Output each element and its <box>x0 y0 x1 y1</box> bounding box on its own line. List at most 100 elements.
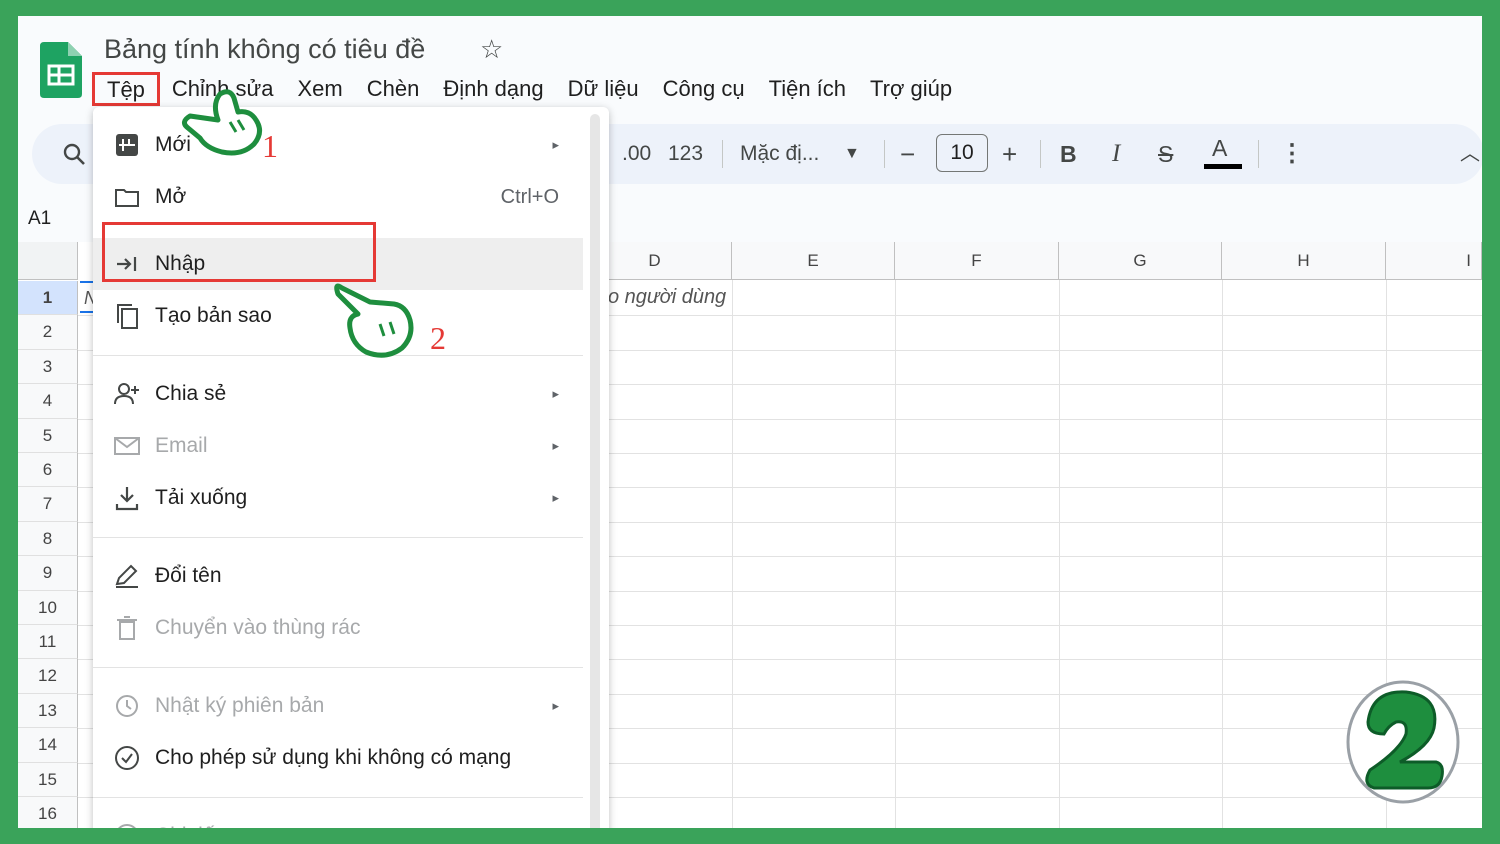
menu-item-rename[interactable]: Đổi tên <box>93 550 583 602</box>
decimal-format-button[interactable]: .00 <box>622 124 651 184</box>
number-format-button[interactable]: 123 <box>668 124 703 184</box>
row-header[interactable]: 15 <box>18 762 78 797</box>
menu-item-new[interactable]: Mới ▸ <box>93 119 583 171</box>
font-family-select[interactable]: Mặc đị... <box>740 124 819 184</box>
file-menu: Mới ▸ Mở Ctrl+O Nhập Tạo bản sao Chia sẻ… <box>93 107 609 828</box>
new-sheet-icon <box>116 134 138 156</box>
row-header[interactable]: 16 <box>18 797 78 828</box>
menu-divider <box>93 667 583 668</box>
menu-item-email[interactable]: Email ▸ <box>93 420 583 472</box>
menu-extensions[interactable]: Tiện ích <box>757 72 858 106</box>
column-header[interactable]: E <box>732 242 895 280</box>
menu-item-label: Chia sẻ <box>155 382 227 405</box>
submenu-arrow-icon: ▸ <box>552 137 559 152</box>
decrease-font-size-button[interactable]: − <box>900 124 915 184</box>
info-icon <box>118 824 136 828</box>
strikethrough-icon[interactable]: S <box>1158 124 1173 184</box>
menu-scrollbar[interactable] <box>590 114 600 828</box>
history-icon <box>116 695 138 717</box>
sheets-logo-icon[interactable] <box>40 42 82 98</box>
text-color-swatch <box>1204 164 1242 169</box>
menu-item-version-history[interactable]: Nhật ký phiên bản ▸ <box>93 680 583 732</box>
app-window: Bảng tính không có tiêu đề ☆ Tệp Chỉnh s… <box>18 16 1482 828</box>
row-header[interactable]: 11 <box>18 625 78 660</box>
row-header[interactable]: 13 <box>18 693 78 729</box>
menu-data[interactable]: Dữ liệu <box>556 72 651 106</box>
menu-view[interactable]: Xem <box>285 72 354 106</box>
select-all-corner[interactable] <box>18 242 78 280</box>
row-header[interactable]: 3 <box>18 349 78 385</box>
column-header[interactable]: G <box>1059 242 1222 280</box>
copy-icon <box>117 304 138 329</box>
menu-item-offline[interactable]: Cho phép sử dụng khi không có mạng <box>93 732 583 784</box>
step-number-2: 2 <box>430 320 446 356</box>
pointing-hand-icon <box>334 283 414 358</box>
cell-d1[interactable]: o người dùng <box>608 286 726 309</box>
rename-icon <box>115 564 138 588</box>
offline-icon <box>115 746 139 770</box>
italic-button[interactable]: I <box>1112 124 1120 184</box>
row-header[interactable]: 6 <box>18 453 78 488</box>
menu-item-move-to-trash[interactable]: Chuyển vào thùng rác <box>93 602 583 654</box>
row-header[interactable]: 1 <box>18 281 78 316</box>
row-header[interactable]: 4 <box>18 384 78 419</box>
menu-divider <box>93 797 583 798</box>
email-icon <box>114 437 140 455</box>
search-icon[interactable] <box>62 142 86 166</box>
menu-divider <box>93 537 583 538</box>
row-header[interactable]: 5 <box>18 418 78 453</box>
menu-item-label: Cho phép sử dụng khi không có mạng <box>155 746 512 769</box>
row-header[interactable]: 9 <box>18 556 78 591</box>
name-box[interactable]: A1 <box>28 208 51 230</box>
submenu-arrow-icon: ▸ <box>552 698 559 713</box>
toolbar-divider <box>884 140 885 168</box>
menu-format[interactable]: Định dạng <box>431 72 555 106</box>
menu-item-share[interactable]: Chia sẻ ▸ <box>93 368 583 420</box>
menu-file[interactable]: Tệp <box>92 72 160 106</box>
watermark-logo-icon <box>1346 680 1460 804</box>
submenu-arrow-icon: ▸ <box>552 438 559 453</box>
submenu-arrow-icon: ▸ <box>552 490 559 505</box>
menu-item-details[interactable]: Chi tiết <box>93 810 583 828</box>
column-header[interactable]: H <box>1222 242 1386 280</box>
toolbar-divider <box>722 140 723 168</box>
row-header[interactable]: 7 <box>18 487 78 522</box>
import-highlight-box <box>102 222 376 282</box>
row-header[interactable]: 14 <box>18 728 78 763</box>
menu-tools[interactable]: Công cụ <box>651 72 757 106</box>
font-size-input[interactable]: 10 <box>936 134 988 172</box>
menu-item-label: Đổi tên <box>155 564 222 587</box>
row-header[interactable]: 10 <box>18 590 78 625</box>
menu-item-label: Chi tiết <box>155 810 220 828</box>
bold-button[interactable]: B <box>1060 124 1077 184</box>
document-title[interactable]: Bảng tính không có tiêu đề <box>104 34 425 65</box>
column-header[interactable]: F <box>895 242 1059 280</box>
menu-item-download[interactable]: Tải xuống ▸ <box>93 472 583 524</box>
step-number-1: 1 <box>262 128 278 164</box>
menu-item-label: Tải xuống <box>155 486 248 509</box>
menu-item-label: Email <box>155 434 208 457</box>
folder-icon <box>115 189 139 207</box>
row-header[interactable]: 2 <box>18 315 78 350</box>
column-header[interactable]: I <box>1386 242 1482 280</box>
menu-insert[interactable]: Chèn <box>355 72 432 106</box>
trash-icon <box>117 616 137 640</box>
more-vert-icon[interactable]: ⋮ <box>1280 124 1304 184</box>
submenu-arrow-icon: ▸ <box>552 386 559 401</box>
star-icon[interactable]: ☆ <box>480 34 503 65</box>
menu-item-label: Chuyển vào thùng rác <box>155 616 361 639</box>
menu-item-label: Mở <box>155 185 187 208</box>
menu-item-shortcut: Ctrl+O <box>500 186 559 208</box>
row-header[interactable]: 8 <box>18 521 78 557</box>
chevron-down-icon[interactable]: ▼ <box>844 124 860 184</box>
share-person-icon <box>114 383 139 405</box>
toolbar-divider <box>1040 140 1041 168</box>
row-header[interactable]: 12 <box>18 659 78 694</box>
increase-font-size-button[interactable]: + <box>1002 124 1017 184</box>
menu-help[interactable]: Trợ giúp <box>858 72 964 106</box>
menu-item-label: Tạo bản sao <box>155 304 272 327</box>
text-color-button[interactable]: A <box>1212 118 1227 178</box>
download-icon <box>115 487 139 511</box>
collapse-chevron-icon[interactable]: ︿ <box>1460 124 1480 184</box>
menu-item-open[interactable]: Mở Ctrl+O <box>93 171 583 223</box>
